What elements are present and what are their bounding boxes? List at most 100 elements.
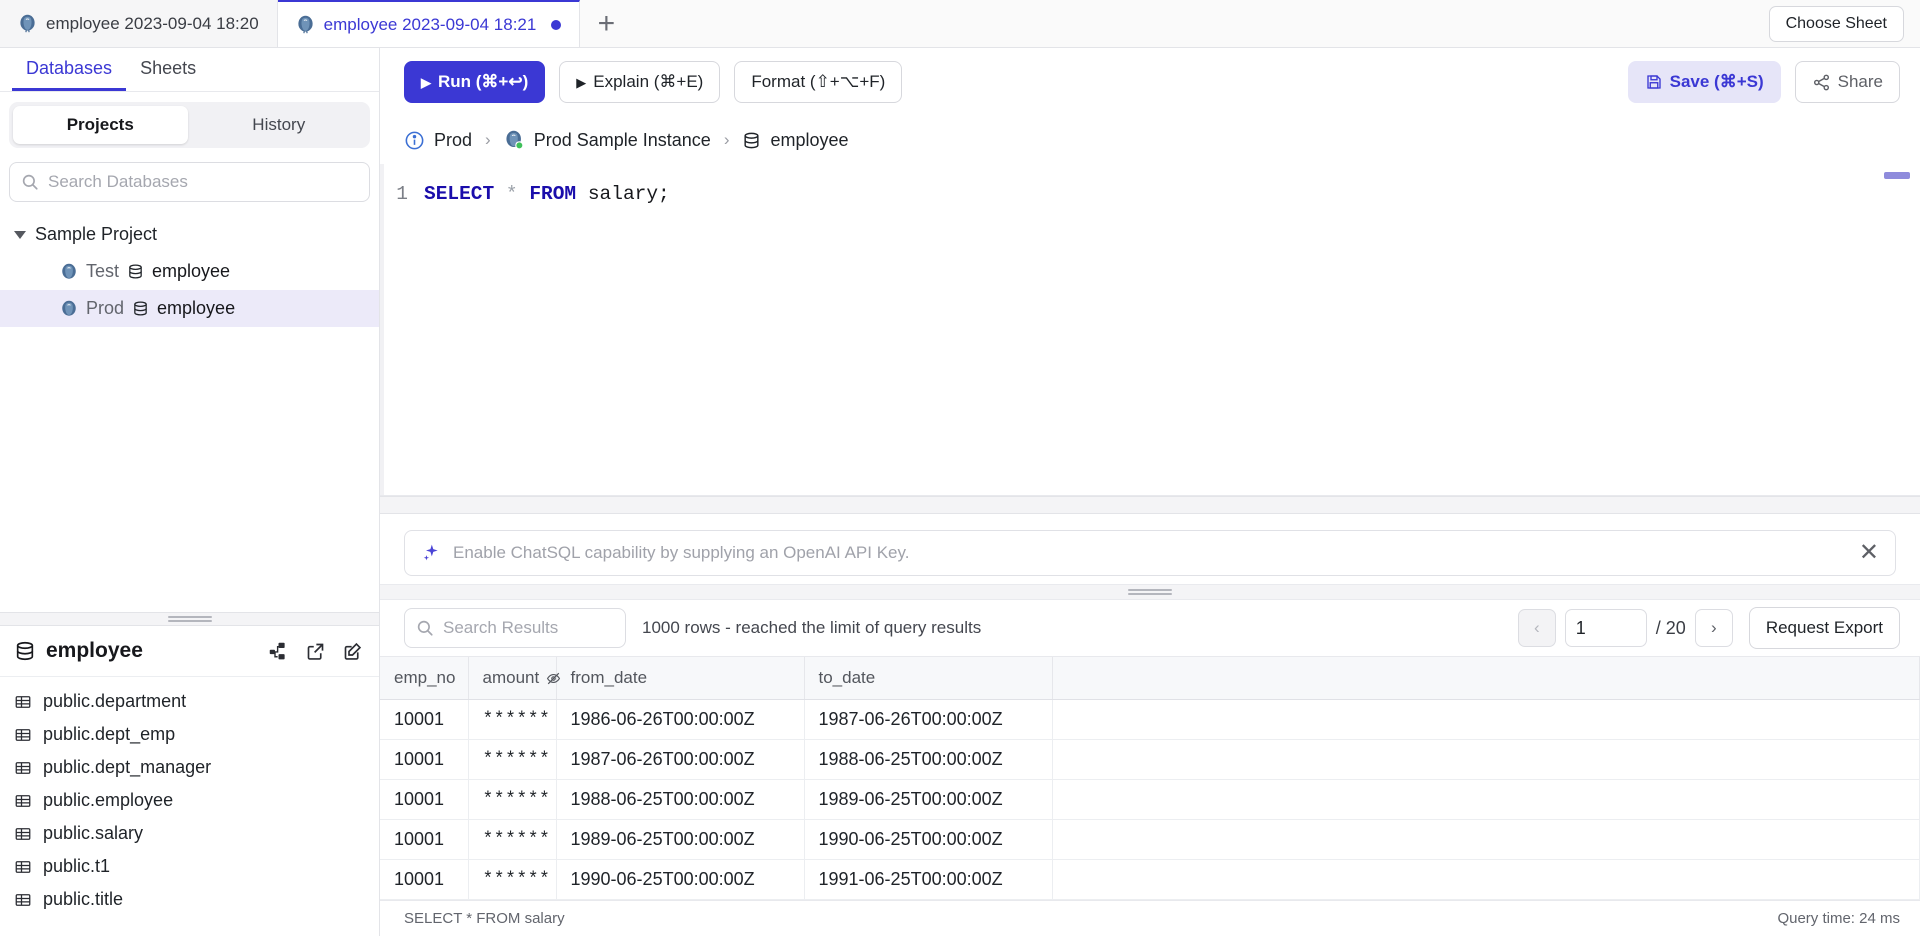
schema-table-label: public.dept_manager [43, 757, 212, 777]
diagram-icon[interactable] [268, 641, 289, 662]
eye-off-icon [546, 671, 561, 686]
chatsql-banner[interactable]: Enable ChatSQL capability by supplying a… [404, 530, 1896, 576]
cell-to-date: 1991-06-25T00:00:00Z [804, 859, 1053, 900]
explain-button[interactable]: ▶ Explain (⌘+E) [559, 61, 721, 103]
run-button[interactable]: ▶ Run (⌘+↩) [404, 61, 546, 103]
column-header-from-date[interactable]: from_date [556, 657, 805, 700]
tab-databases[interactable]: Databases [12, 48, 127, 91]
line-number: 1 [396, 183, 408, 205]
tree-database-test-employee[interactable]: Test employee [0, 253, 379, 290]
breadcrumb-environment[interactable]: Prod [404, 130, 472, 151]
cell-from-date: 1987-06-26T00:00:00Z [556, 739, 805, 780]
schema-table-item[interactable]: public.salary [0, 817, 379, 850]
search-databases-container[interactable] [9, 162, 370, 202]
column-header-to-date[interactable]: to_date [804, 657, 1053, 700]
share-button[interactable]: Share [1794, 61, 1900, 103]
tab-bar: employee 2023-09-04 18:20 employee 2023-… [0, 0, 1920, 48]
new-tab-button[interactable]: + [580, 0, 632, 47]
table-row[interactable]: 10001 ****** 1987-06-26T00:00:00Z 1988-0… [380, 739, 1920, 780]
schema-table-label: public.dept_emp [43, 724, 176, 744]
search-databases-input[interactable] [48, 172, 358, 192]
segment-history[interactable]: History [192, 106, 367, 144]
results-header-row: emp_no amount from_date to_date [380, 657, 1920, 700]
table-icon [14, 792, 32, 810]
sql-editor[interactable]: 1 SELECT * FROM salary; [380, 164, 1920, 495]
table-icon [14, 759, 32, 777]
code-line: 1 SELECT * FROM salary; [380, 180, 1920, 208]
schema-table-item[interactable]: public.dept_manager [0, 751, 379, 784]
editor-tab-1[interactable]: employee 2023-09-04 18:20 [0, 0, 278, 47]
schema-table-item[interactable]: public.t1 [0, 850, 379, 883]
editor-tab-2[interactable]: employee 2023-09-04 18:21 [277, 0, 581, 47]
schema-table-item[interactable]: public.title [0, 883, 379, 916]
breadcrumb-instance[interactable]: Prod Sample Instance [504, 130, 711, 151]
editor-toolbar: ▶ Run (⌘+↩) ▶ Explain (⌘+E) Format (⇧+⌥+… [380, 48, 1920, 116]
database-icon [132, 300, 149, 317]
search-results-container[interactable] [404, 608, 664, 648]
share-icon [1812, 73, 1831, 92]
request-export-button[interactable]: Request Export [1748, 607, 1900, 649]
table-row[interactable]: 10001 ****** 1989-06-25T00:00:00Z 1990-0… [380, 819, 1920, 860]
cell-filler [1052, 819, 1920, 860]
cell-amount: ****** [468, 779, 557, 820]
schema-table-item[interactable]: public.dept_emp [0, 718, 379, 751]
external-link-icon[interactable] [305, 641, 326, 662]
search-results-input[interactable] [443, 618, 664, 638]
schema-table-item[interactable]: public.employee [0, 784, 379, 817]
database-tree: Sample Project Test employee Prod employ… [0, 214, 379, 612]
schema-table-item[interactable]: public.department [0, 685, 379, 718]
breadcrumb-environment-label: Prod [434, 129, 473, 150]
cell-filler [1052, 699, 1920, 740]
tab-sheets[interactable]: Sheets [126, 48, 210, 91]
editor-bottom-splitter[interactable] [380, 496, 1920, 514]
cell-emp-no: 10001 [380, 819, 469, 860]
status-bar-query-time: Query time: 24 ms [1777, 910, 1900, 927]
column-header-emp-no[interactable]: emp_no [380, 657, 469, 700]
cell-filler [1052, 779, 1920, 820]
results-table-scroll[interactable]: emp_no amount from_date to_date 10001 **… [380, 656, 1920, 900]
table-row[interactable]: 10001 ****** 1990-06-25T00:00:00Z 1991-0… [380, 859, 1920, 900]
format-button[interactable]: Format (⇧+⌥+F) [734, 61, 903, 103]
total-pages-label: / 20 [1655, 617, 1686, 638]
sidebar-vertical-splitter[interactable] [0, 612, 379, 626]
edit-icon[interactable] [342, 641, 363, 662]
schema-table-label: public.t1 [43, 856, 111, 876]
results-panel: 1000 rows - reached the limit of query r… [380, 600, 1920, 936]
table-row[interactable]: 10001 ****** 1988-06-25T00:00:00Z 1989-0… [380, 779, 1920, 820]
choose-sheet-button[interactable]: Choose Sheet [1768, 5, 1904, 42]
run-button-label: Run (⌘+↩) [438, 72, 529, 91]
sql-identifier: salary; [587, 183, 670, 205]
prev-page-button[interactable]: ‹ [1517, 609, 1556, 647]
segment-projects[interactable]: Projects [13, 106, 188, 144]
results-status-text: 1000 rows - reached the limit of query r… [642, 618, 982, 637]
breadcrumb-database[interactable]: employee [742, 130, 849, 151]
table-icon [14, 858, 32, 876]
cell-amount: ****** [468, 739, 557, 780]
status-bar-query: SELECT * FROM salary [404, 910, 565, 927]
results-splitter[interactable] [380, 584, 1920, 600]
database-icon [742, 131, 761, 150]
schema-table-label: public.employee [43, 790, 174, 810]
close-icon[interactable]: ✕ [1859, 541, 1879, 565]
page-number-input[interactable] [1564, 609, 1647, 647]
cell-filler [1052, 739, 1920, 780]
cell-to-date: 1988-06-25T00:00:00Z [804, 739, 1053, 780]
cell-amount: ****** [468, 859, 557, 900]
app-root: employee 2023-09-04 18:20 employee 2023-… [0, 0, 1920, 936]
tree-project-sample-project[interactable]: Sample Project [0, 216, 379, 253]
column-header-amount[interactable]: amount [468, 657, 561, 700]
table-icon [14, 825, 32, 843]
main-area: ▶ Run (⌘+↩) ▶ Explain (⌘+E) Format (⇧+⌥+… [380, 48, 1920, 936]
tree-database-prod-employee[interactable]: Prod employee [0, 290, 379, 327]
sql-keyword: SELECT [424, 183, 495, 205]
cell-to-date: 1987-06-26T00:00:00Z [804, 699, 1053, 740]
table-row[interactable]: 10001 ****** 1986-06-26T00:00:00Z 1987-0… [380, 699, 1920, 740]
schema-panel-title: employee [46, 639, 143, 662]
cell-amount: ****** [468, 819, 557, 860]
save-button[interactable]: Save (⌘+S) [1627, 61, 1781, 103]
next-page-button[interactable]: › [1694, 609, 1733, 647]
editor-minimap-marker[interactable] [1884, 172, 1910, 179]
cell-filler [1052, 859, 1920, 900]
